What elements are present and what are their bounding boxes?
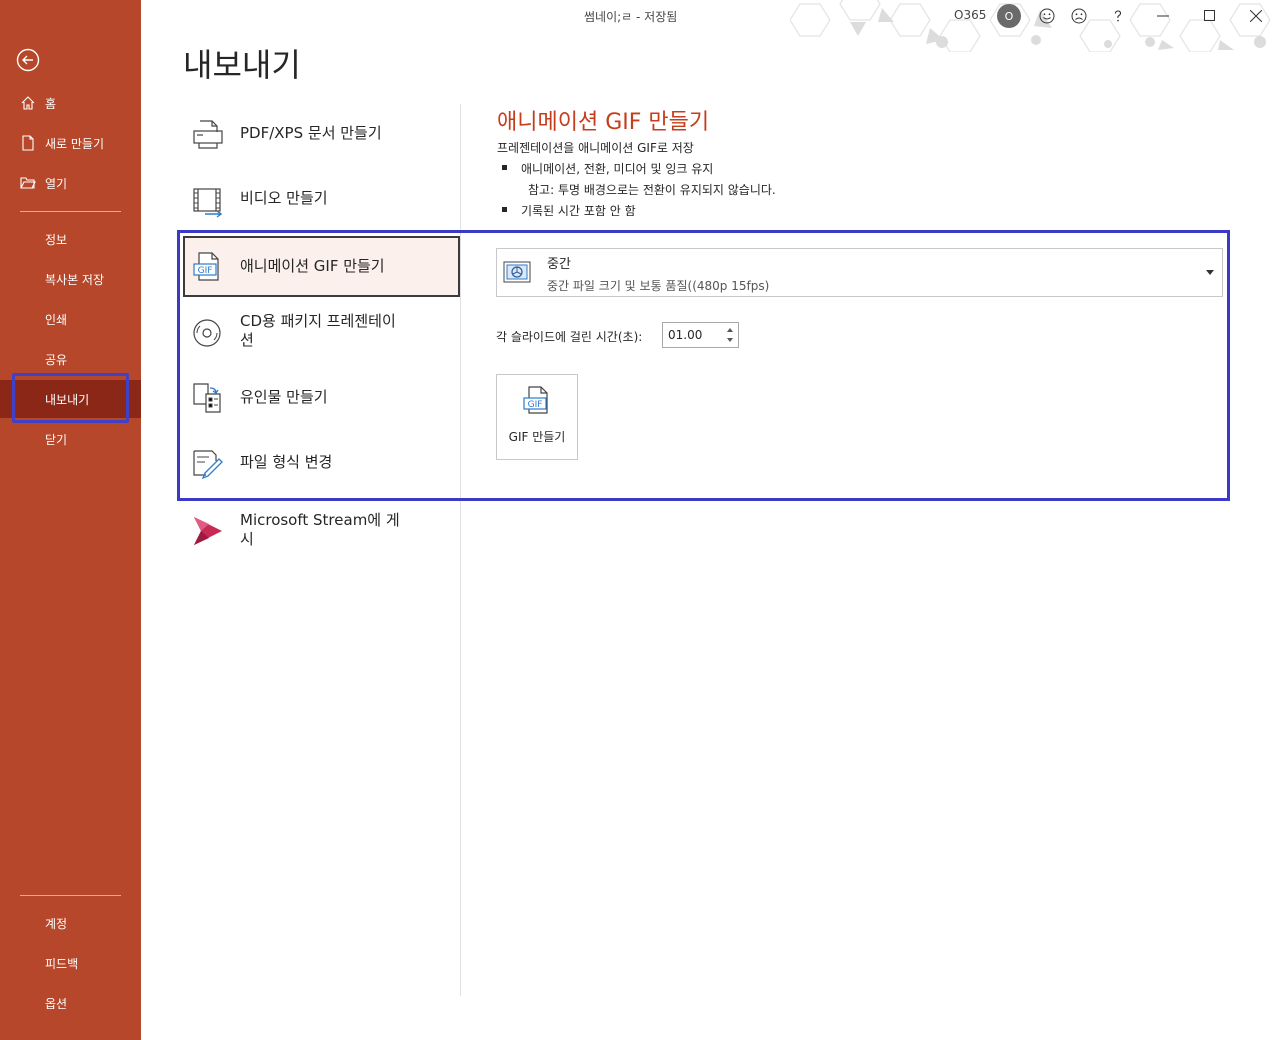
backstage-sidebar: 홈 새로 만들기 열기 정보 복사본 저장 인쇄 공유 내보내기 닫기 계정 피… bbox=[0, 0, 141, 1040]
sidebar-item-label: 홈 bbox=[45, 96, 57, 111]
sidebar-item-label: 닫기 bbox=[45, 432, 68, 447]
sidebar-item-share[interactable]: 공유 bbox=[0, 341, 141, 377]
panel-divider bbox=[460, 104, 461, 996]
sidebar-item-print[interactable]: 인쇄 bbox=[0, 301, 141, 337]
sidebar-item-label: 새로 만들기 bbox=[45, 136, 105, 151]
handouts-icon bbox=[191, 380, 225, 414]
avatar[interactable]: O bbox=[997, 4, 1021, 28]
option-package-cd[interactable]: CD용 패키지 프레젠테이션 bbox=[183, 302, 460, 362]
svg-text:GIF: GIF bbox=[528, 400, 543, 410]
sidebar-item-close[interactable]: 닫기 bbox=[0, 421, 141, 457]
detail-note: 참고: 투명 배경으로는 전환이 유지되지 않습니다. bbox=[528, 183, 776, 197]
spin-down-icon[interactable] bbox=[727, 338, 733, 342]
cd-package-icon bbox=[191, 316, 225, 350]
option-label: CD용 패키지 프레젠테이션 bbox=[240, 312, 396, 349]
option-label: Microsoft Stream에 게시 bbox=[240, 511, 400, 548]
quality-dropdown[interactable]: 중간 중간 파일 크기 및 보통 품질((480p 15fps) bbox=[496, 248, 1223, 297]
seconds-spinner[interactable] bbox=[722, 323, 738, 347]
sidebar-item-label: 정보 bbox=[45, 232, 68, 247]
sidebar-item-label: 복사본 저장 bbox=[45, 272, 105, 287]
microsoft-stream-icon bbox=[191, 514, 225, 548]
page-title: 내보내기 bbox=[183, 46, 301, 84]
spin-up-icon[interactable] bbox=[727, 328, 733, 332]
option-create-animated-gif[interactable]: GIF 애니메이션 GIF 만들기 bbox=[183, 236, 460, 297]
option-create-pdf-xps[interactable]: PDF/XPS 문서 만들기 bbox=[183, 104, 460, 164]
option-change-file-type[interactable]: 파일 형식 변경 bbox=[183, 433, 460, 493]
quality-monitor-icon bbox=[503, 261, 531, 285]
bullet-dot-icon bbox=[502, 207, 507, 212]
option-label: 비디오 만들기 bbox=[240, 189, 328, 207]
sidebar-item-options[interactable]: 옵션 bbox=[0, 985, 141, 1021]
quality-subtitle: 중간 파일 크기 및 보통 품질((480p 15fps) bbox=[547, 279, 770, 293]
help-icon[interactable] bbox=[1106, 4, 1130, 28]
frown-feedback-icon[interactable] bbox=[1067, 4, 1091, 28]
detail-description: 프레젠테이션을 애니메이션 GIF로 저장 bbox=[497, 141, 694, 155]
home-icon bbox=[20, 95, 36, 111]
bullet-text: 애니메이션, 전환, 미디어 및 잉크 유지 bbox=[521, 162, 714, 176]
bullet-dot-icon bbox=[502, 165, 507, 170]
detail-title: 애니메이션 GIF 만들기 bbox=[497, 110, 710, 135]
pdf-xps-icon bbox=[191, 117, 225, 151]
option-label: 애니메이션 GIF 만들기 bbox=[240, 257, 385, 275]
close-icon[interactable] bbox=[1244, 4, 1268, 28]
sidebar-item-label: 옵션 bbox=[45, 996, 68, 1011]
gif-icon: GIF bbox=[521, 385, 553, 417]
gif-icon: GIF bbox=[191, 250, 225, 284]
sidebar-item-open[interactable]: 열기 bbox=[0, 165, 141, 201]
detail-bullet: 기록된 시간 포함 안 함 bbox=[502, 202, 636, 219]
option-label: 파일 형식 변경 bbox=[240, 453, 333, 471]
sidebar-item-export[interactable]: 내보내기 bbox=[0, 380, 141, 418]
option-create-handouts[interactable]: 유인물 만들기 bbox=[183, 368, 460, 428]
title-bar: 썸네이;ㄹ - 저장됨 O365 O bbox=[141, 0, 1280, 52]
create-gif-label: GIF 만들기 bbox=[508, 430, 566, 444]
quality-title: 중간 bbox=[547, 257, 571, 272]
sidebar-divider bbox=[20, 211, 121, 212]
maximize-icon[interactable] bbox=[1198, 4, 1222, 28]
option-label: 유인물 만들기 bbox=[240, 388, 328, 406]
chevron-down-icon bbox=[1206, 270, 1214, 275]
sidebar-item-new[interactable]: 새로 만들기 bbox=[0, 125, 141, 161]
smile-feedback-icon[interactable] bbox=[1035, 4, 1059, 28]
sidebar-divider bbox=[20, 895, 121, 896]
change-file-type-icon bbox=[191, 447, 225, 481]
sidebar-item-label: 내보내기 bbox=[45, 392, 90, 407]
seconds-per-slide-label: 각 슬라이드에 걸린 시간(초): bbox=[496, 330, 643, 344]
sidebar-item-label: 계정 bbox=[45, 916, 68, 931]
folder-open-icon bbox=[20, 175, 36, 191]
sidebar-item-account[interactable]: 계정 bbox=[0, 905, 141, 941]
back-arrow-icon[interactable] bbox=[16, 48, 40, 72]
svg-text:GIF: GIF bbox=[198, 266, 213, 276]
minimize-icon[interactable] bbox=[1151, 4, 1175, 28]
new-document-icon bbox=[20, 135, 36, 151]
sidebar-item-feedback[interactable]: 피드백 bbox=[0, 945, 141, 981]
sidebar-item-label: 공유 bbox=[45, 352, 68, 367]
sidebar-item-save-copy[interactable]: 복사본 저장 bbox=[0, 261, 141, 297]
account-name[interactable]: O365 bbox=[954, 8, 986, 22]
sidebar-item-label: 열기 bbox=[45, 176, 68, 191]
option-publish-microsoft-stream[interactable]: Microsoft Stream에 게시 bbox=[183, 501, 460, 561]
sidebar-item-info[interactable]: 정보 bbox=[0, 221, 141, 257]
sidebar-item-home[interactable]: 홈 bbox=[0, 85, 141, 121]
option-create-video[interactable]: 비디오 만들기 bbox=[183, 169, 460, 229]
option-label: PDF/XPS 문서 만들기 bbox=[240, 124, 382, 142]
bullet-text: 기록된 시간 포함 안 함 bbox=[521, 204, 636, 218]
sidebar-item-label: 피드백 bbox=[45, 956, 79, 971]
video-icon bbox=[191, 185, 225, 219]
create-gif-button[interactable]: GIF GIF 만들기 bbox=[496, 374, 578, 460]
detail-bullet: 애니메이션, 전환, 미디어 및 잉크 유지 bbox=[502, 160, 714, 177]
window-title: 썸네이;ㄹ - 저장됨 bbox=[584, 10, 678, 24]
sidebar-item-label: 인쇄 bbox=[45, 312, 68, 327]
